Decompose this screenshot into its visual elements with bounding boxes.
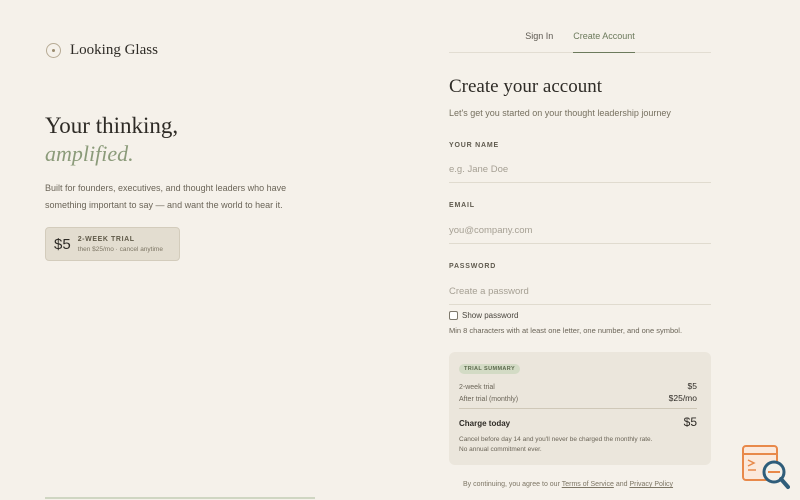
trial-summary-card: TRIAL SUMMARY 2-week trial $5 After tria… — [449, 352, 711, 465]
brand-logo-icon — [46, 43, 61, 58]
hero-line2: amplified. — [45, 141, 134, 166]
show-password-checkbox[interactable] — [449, 311, 458, 320]
name-input[interactable] — [449, 157, 711, 183]
summary-note-cancel: Cancel before day 14 and you'll never be… — [459, 436, 653, 443]
tab-sign-in[interactable]: Sign In — [525, 28, 553, 53]
summary-row: 2-week trial $5 — [459, 381, 697, 391]
privacy-link[interactable]: Privacy Policy — [629, 481, 673, 488]
show-password-toggle[interactable]: Show password — [449, 311, 518, 320]
legal-and: and — [615, 481, 628, 488]
summary-row-label: After trial (monthly) — [459, 396, 519, 403]
hero-description: Built for founders, executives, and thou… — [45, 183, 287, 210]
email-input[interactable] — [449, 218, 711, 244]
summary-row-value: $25/mo — [668, 393, 697, 403]
tab-create-account[interactable]: Create Account — [573, 28, 635, 53]
trial-title: 2-WEEK TRIAL — [77, 235, 135, 243]
charge-today-label: Charge today — [459, 419, 511, 428]
terms-link[interactable]: Terms of Service — [562, 481, 614, 488]
summary-note-commitment: No annual commitment ever. — [459, 446, 542, 453]
form-subtitle: Let's get you started on your thought le… — [449, 108, 671, 118]
summary-divider — [459, 408, 697, 409]
charge-today-row: Charge today $5 — [459, 415, 697, 429]
trial-subtitle: then $25/mo · cancel anytime — [77, 245, 163, 253]
trial-badge: $5 2-WEEK TRIAL then $25/mo · cancel any… — [45, 227, 180, 261]
summary-row-value: $5 — [687, 381, 697, 391]
trial-price: $5 — [54, 235, 71, 253]
brand-name: Looking Glass — [70, 42, 158, 58]
hero-line1: Your thinking, — [45, 113, 179, 138]
summary-row-label: 2-week trial — [459, 384, 495, 391]
trial-text: 2-WEEK TRIAL then $25/mo · cancel anytim… — [78, 236, 163, 253]
email-label: EMAIL — [449, 202, 475, 209]
charge-today-value: $5 — [683, 415, 697, 429]
password-input[interactable] — [449, 279, 711, 305]
trial-summary-tag: TRIAL SUMMARY — [459, 364, 521, 374]
form-title: Create your account — [449, 76, 602, 97]
summary-row: After trial (monthly) $25/mo — [459, 393, 697, 403]
legal-prefix: By continuing, you agree to our — [463, 481, 560, 488]
left-divider — [45, 497, 315, 499]
password-hint: Min 8 characters with at least one lette… — [449, 326, 683, 335]
password-label: PASSWORD — [449, 263, 497, 270]
auth-tabs: Sign In Create Account — [449, 28, 711, 53]
search-chart-icon[interactable] — [742, 444, 790, 490]
legal-text: By continuing, you agree to our Terms of… — [463, 481, 673, 488]
hero-heading: Your thinking, amplified. — [45, 112, 345, 168]
show-password-label: Show password — [462, 311, 519, 320]
brand: Looking Glass — [46, 42, 158, 59]
name-label: YOUR NAME — [449, 142, 499, 149]
